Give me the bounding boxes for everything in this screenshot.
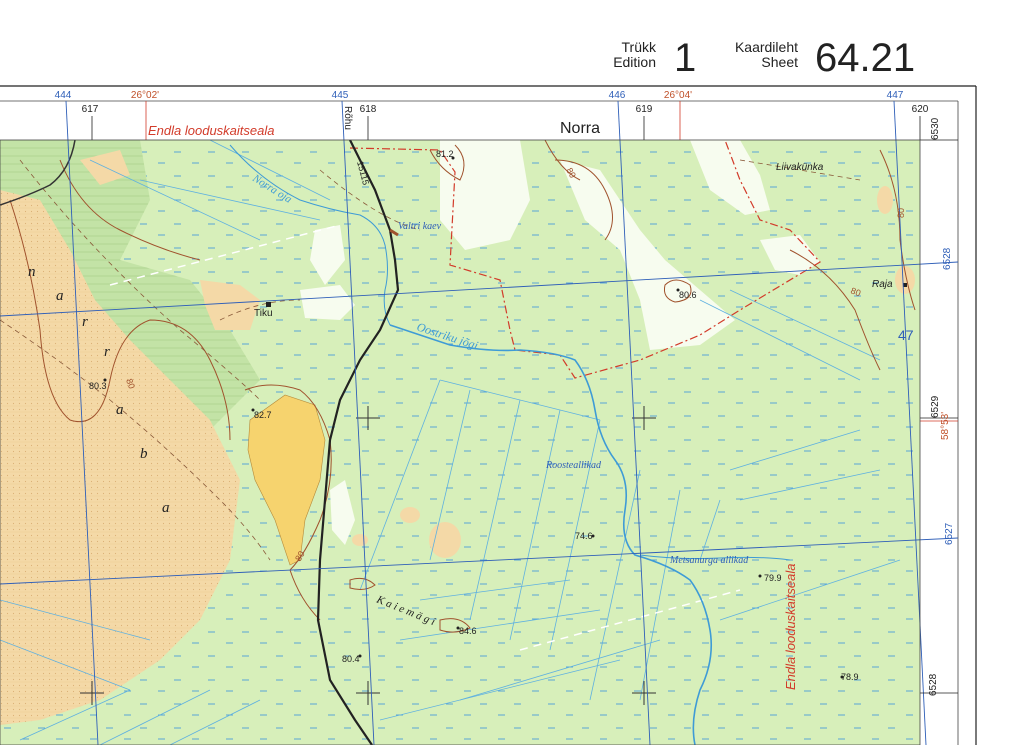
elev-81-2: 81.2 bbox=[436, 149, 454, 159]
bog-letter: a bbox=[56, 288, 64, 304]
label-roosteallikad: Roosteallikad bbox=[545, 460, 602, 471]
bog-letter: b bbox=[140, 446, 148, 462]
bog-blob bbox=[877, 186, 893, 214]
bog-letter: r bbox=[104, 344, 110, 360]
bog-letter: a bbox=[116, 402, 124, 418]
map-canvas: 444 445 446 447 26°02' 26°04' 617 618 61… bbox=[0, 85, 977, 745]
label-tiku: Tiku bbox=[254, 308, 273, 319]
elev-82-7: 82.7 bbox=[254, 410, 272, 420]
topographic-map-sheet: Trükk Edition 1 Kaardileht Sheet 64.21 4… bbox=[0, 0, 1024, 745]
grid-label-444: 444 bbox=[55, 90, 72, 101]
grid-label-446: 446 bbox=[609, 90, 626, 101]
grid-label-445: 445 bbox=[332, 90, 349, 101]
grid-label-6527: 6527 bbox=[944, 522, 955, 545]
grid-label-447: 447 bbox=[887, 90, 904, 101]
label-valtri-kaev: Valtri kaev bbox=[398, 221, 442, 232]
lon-label-2: 26°04' bbox=[664, 90, 692, 101]
label-raja: Raja bbox=[872, 279, 893, 290]
place-label-norra: Norra bbox=[560, 120, 600, 137]
km-label-617: 617 bbox=[82, 104, 99, 115]
elev-79-9: 79.9 bbox=[764, 573, 782, 583]
reserve-label-right: Endla looduskaitseala bbox=[783, 564, 798, 690]
bog-letter: n bbox=[28, 264, 36, 280]
elev-80-3: 80.3 bbox=[89, 381, 107, 391]
bog-blob bbox=[429, 522, 461, 558]
label-liivakunka: Liivakünka bbox=[776, 162, 824, 173]
reserve-label-top: Endla looduskaitseala bbox=[148, 123, 274, 138]
bog-letter: r bbox=[82, 314, 88, 330]
lat-label: 58°53' bbox=[940, 412, 951, 440]
bog-blob bbox=[400, 507, 420, 523]
km-label-619: 619 bbox=[636, 104, 653, 115]
elev-84-6: 84.6 bbox=[459, 626, 477, 636]
lon-label-1: 26°02' bbox=[131, 90, 159, 101]
label-metsanurga-allikad: Metsanurga allikad bbox=[669, 555, 749, 566]
km-label-620: 620 bbox=[912, 104, 929, 115]
elev-78-9: 78.9 bbox=[841, 672, 859, 682]
elev-80-4: 80.4 bbox=[342, 654, 360, 664]
road-label-rohu: Rõhu bbox=[342, 106, 353, 130]
km-label-6528-bottom: 6528 bbox=[928, 673, 939, 696]
sheet-ref-47: 47 bbox=[898, 327, 914, 343]
elev-74-6: 74.6 bbox=[575, 531, 593, 541]
bog-letter: a bbox=[162, 500, 170, 516]
map-body bbox=[0, 140, 920, 745]
bog-blob bbox=[352, 534, 368, 546]
km-label-618: 618 bbox=[360, 104, 377, 115]
km-label-6530: 6530 bbox=[930, 117, 941, 140]
contour-value: 80 bbox=[896, 208, 906, 218]
elev-80-6: 80.6 bbox=[679, 290, 697, 300]
building-tiku bbox=[266, 302, 271, 307]
grid-label-6528: 6528 bbox=[942, 247, 953, 270]
